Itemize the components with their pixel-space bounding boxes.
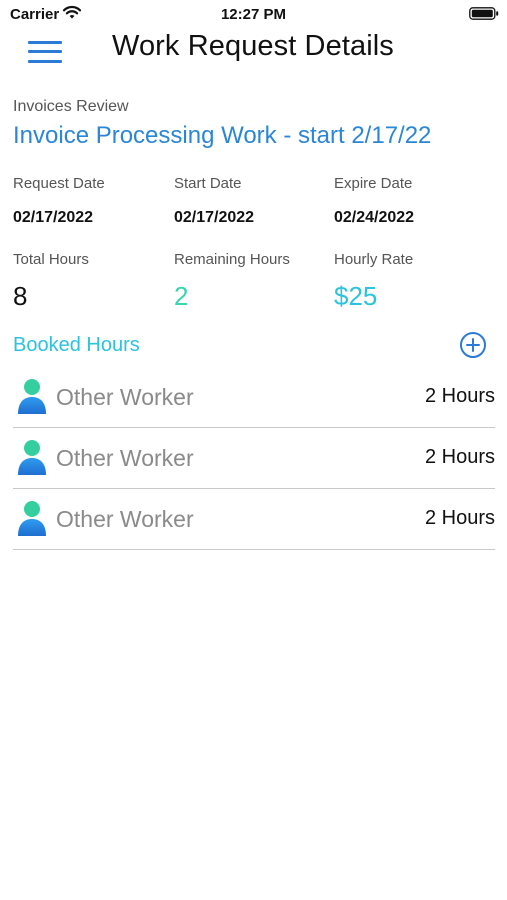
expire-date-value: 02/24/2022 (334, 209, 415, 226)
request-date-label: Request Date (13, 175, 105, 192)
clock: 12:27 PM (220, 6, 287, 23)
hourly-rate-value: $25 (334, 281, 378, 311)
booked-hours-row[interactable]: Other Worker 2 Hours (13, 367, 495, 428)
person-icon (18, 379, 46, 414)
hourly-rate-label: Hourly Rate (334, 251, 414, 268)
booked-hours-row[interactable]: Other Worker 2 Hours (13, 428, 495, 489)
request-category: Invoices Review (13, 98, 129, 115)
start-date-label: Start Date (174, 175, 242, 192)
worker-hours: 2 Hours (424, 446, 495, 468)
total-hours-label: Total Hours (13, 251, 89, 268)
person-icon (18, 501, 46, 536)
status-bar: Carrier 12:27 PM (0, 0, 507, 28)
total-hours-value: 8 (13, 281, 28, 311)
expire-date-label: Expire Date (334, 175, 413, 192)
battery-icon (469, 7, 499, 20)
plus-circle-icon[interactable] (459, 331, 487, 359)
worker-hours: 2 Hours (424, 385, 495, 407)
menu-icon-bar (28, 60, 62, 63)
menu-button[interactable] (28, 38, 62, 66)
request-date-value: 02/17/2022 (13, 209, 94, 226)
remaining-hours-label: Remaining Hours (174, 251, 290, 268)
person-icon (18, 440, 46, 475)
remaining-hours-value: 2 (174, 281, 189, 311)
booked-hours-list: Other Worker 2 Hours Other Worker 2 Hour… (13, 367, 495, 550)
menu-icon-bar (28, 50, 62, 53)
booked-hours-label: Booked Hours (13, 334, 140, 356)
nav-bar: Work Request Details (0, 28, 507, 76)
page-title: Work Request Details (112, 30, 394, 62)
request-title: Invoice Processing Work - start 2/17/22 (13, 122, 432, 149)
worker-name: Other Worker (56, 506, 194, 532)
start-date-value: 02/17/2022 (174, 209, 255, 226)
menu-icon-bar (28, 41, 62, 44)
worker-name: Other Worker (56, 445, 194, 471)
worker-hours: 2 Hours (424, 507, 495, 529)
booked-hours-row[interactable]: Other Worker 2 Hours (13, 489, 495, 550)
worker-name: Other Worker (56, 384, 194, 410)
